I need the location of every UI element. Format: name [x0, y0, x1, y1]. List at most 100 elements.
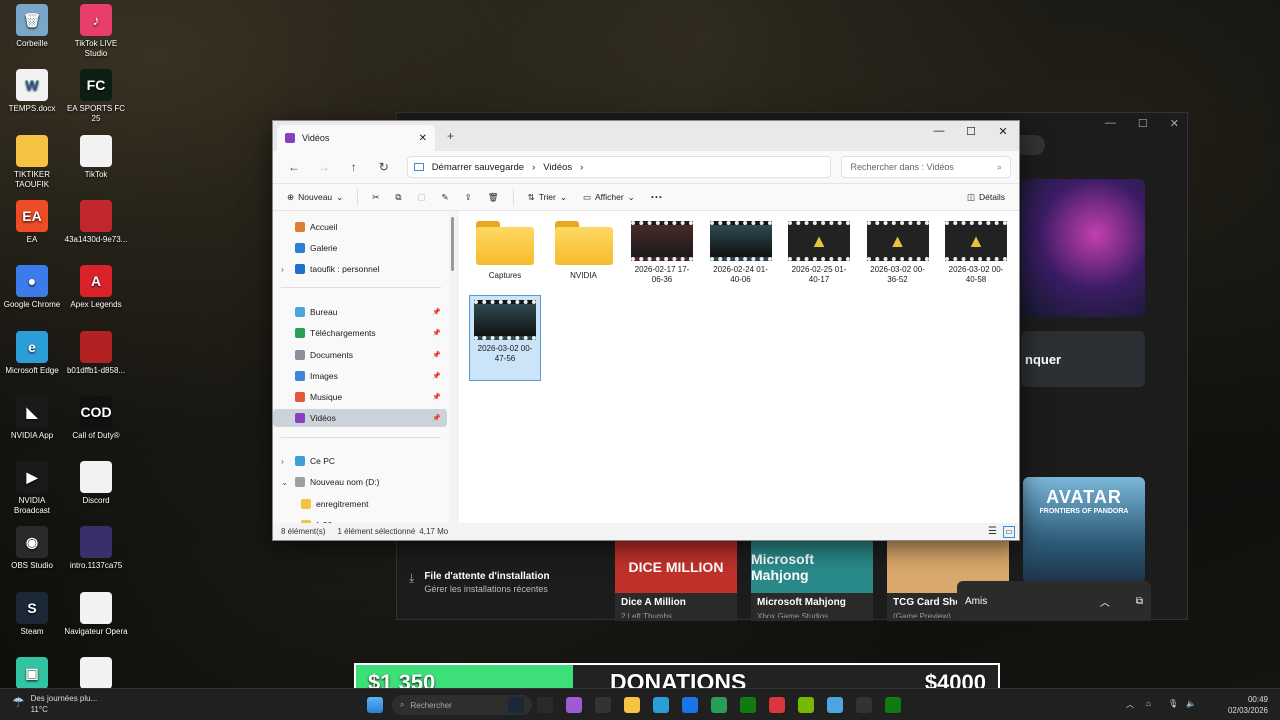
desktop-icon[interactable]: e Microsoft Edge [0, 330, 64, 376]
file-explorer-icon[interactable] [624, 697, 640, 713]
desktop-icon[interactable]: ▶ NVIDIA Broadcast [0, 461, 64, 516]
xbox-window-controls[interactable]: — ☐ ✕ [1105, 117, 1179, 130]
minimize-icon[interactable]: — [1105, 117, 1116, 130]
xbox-promo-tile[interactable]: nquer [1021, 331, 1145, 387]
terminal-icon[interactable] [537, 697, 553, 713]
chevron-down-icon[interactable]: ⌄ [281, 477, 288, 488]
list-view-icon[interactable]: ☰ [988, 526, 997, 537]
tiles-view-icon[interactable]: ▭ [1003, 525, 1015, 538]
desktop-icon[interactable]: ● Google Chrome [0, 265, 64, 310]
desktop-icon[interactable]: ♪ TikTok LIVE Studio [64, 4, 128, 59]
video-file-item[interactable]: 2026-02-24 01-40-06 [705, 221, 777, 285]
app-icon[interactable] [711, 697, 727, 713]
search-input[interactable]: Rechercher dans : Vidéos ⌕ [841, 156, 1011, 178]
minimize-icon[interactable]: — [923, 122, 955, 140]
video-file-item[interactable]: ▲ 2026-02-25 01-40-17 [783, 221, 855, 285]
copy-icon[interactable]: ⧉ [389, 186, 407, 208]
chevron-right-icon[interactable]: › [281, 456, 284, 466]
xbox-icon[interactable] [885, 697, 901, 713]
friends-panel[interactable]: Amis ︿ ⧉ [957, 581, 1151, 621]
desktop-icon[interactable]: S Steam [0, 591, 64, 637]
desktop-icon[interactable]: COD Call of Duty® [64, 395, 128, 441]
folder-item[interactable]: Captures [469, 221, 541, 281]
pin-icon[interactable]: 📌 [432, 393, 441, 401]
network-icon[interactable]: ⌂ [1146, 699, 1151, 708]
chevron-up-icon[interactable]: ︿ [1100, 594, 1110, 609]
nvidia-icon[interactable] [798, 697, 814, 713]
new-tab-icon[interactable]: + [447, 129, 454, 143]
sidebar-item[interactable]: ⌄ Nouveau nom (D:) [273, 473, 447, 491]
desktop-icon[interactable]: TIKTIKER TAOUFIK [0, 134, 64, 190]
chevron-right-icon[interactable]: › [281, 264, 284, 274]
video-file-item[interactable]: ▲ 2026-03-02 00-36-52 [862, 221, 934, 285]
desktop-icon[interactable]: Navigateur Opera [64, 591, 128, 637]
outlook-icon[interactable] [682, 697, 698, 713]
game-card[interactable]: DICE MILLION Dice A Million 2 Left Thumbs [615, 541, 737, 621]
refresh-icon[interactable]: ↻ [371, 155, 397, 179]
cut-icon[interactable]: ✂ [366, 186, 385, 208]
folder-item[interactable]: NVIDIA [548, 221, 620, 281]
sidebar-item[interactable]: › Ce PC [273, 452, 447, 470]
video-file-item[interactable]: 2026-03-02 00-47-56 [469, 295, 541, 381]
app-icon[interactable] [856, 697, 872, 713]
clock[interactable]: 00:49 02/03/2026 [1228, 695, 1268, 715]
maximize-icon[interactable]: ☐ [1138, 117, 1148, 130]
sidebar-item[interactable]: Musique 📌 [273, 388, 447, 406]
title-bar[interactable]: Vidéos ✕ + — ☐ ✕ [273, 121, 1019, 151]
sidebar-item[interactable]: Documents 📌 [273, 346, 447, 364]
app-icon[interactable] [566, 697, 582, 713]
new-button[interactable]: ⊕ Nouveau ⌄ [281, 186, 349, 208]
sidebar-item[interactable]: Images 📌 [273, 367, 447, 385]
popout-icon[interactable]: ⧉ [1136, 596, 1143, 607]
xbox-featured-tile[interactable] [1021, 179, 1145, 317]
pin-icon[interactable]: 📌 [432, 414, 441, 422]
desktop-icon[interactable]: ◣ NVIDIA App [0, 395, 64, 441]
app-icon[interactable] [595, 697, 611, 713]
sidebar-item[interactable]: Bureau 📌 [273, 303, 447, 321]
details-button[interactable]: ◫ Détails [961, 186, 1011, 208]
desktop-icon[interactable]: 🗑 Corbeille [0, 4, 64, 49]
more-options-button[interactable]: ··· [645, 186, 669, 208]
sidebar-item[interactable]: Téléchargements 📌 [273, 324, 447, 342]
sidebar-item[interactable]: Accueil [273, 218, 447, 236]
install-queue[interactable]: ⤓ File d'attente d'installation Gérer le… [409, 571, 550, 594]
pin-icon[interactable]: 📌 [432, 329, 441, 337]
close-icon[interactable]: ✕ [987, 122, 1019, 140]
windows-start-icon[interactable] [367, 697, 383, 713]
video-file-item[interactable]: ▲ 2026-03-02 00-40-58 [940, 221, 1012, 285]
weather-widget[interactable]: ☂ Des journées plu... 11°C [12, 694, 97, 714]
breadcrumb-start[interactable]: Démarrer sauvegarde [432, 162, 524, 173]
desktop-icon[interactable]: A Apex Legends [64, 265, 128, 310]
desktop-icon[interactable]: ◉ OBS Studio [0, 526, 64, 571]
address-bar[interactable]: Démarrer sauvegarde › Vidéos › [406, 156, 832, 178]
desktop-icon[interactable]: Discord [64, 461, 128, 506]
maximize-icon[interactable]: ☐ [955, 122, 987, 140]
steam-icon[interactable] [508, 697, 524, 713]
tab-videos[interactable]: Vidéos ✕ [277, 125, 435, 151]
sort-button[interactable]: ⇅ Trier ⌄ [522, 186, 573, 208]
rename-icon[interactable]: ✎ [436, 186, 455, 208]
xbox-icon[interactable] [740, 697, 756, 713]
close-icon[interactable]: ✕ [1170, 117, 1179, 130]
sidebar-scrollbar[interactable] [451, 217, 454, 271]
sidebar-item[interactable]: enregitrement [273, 495, 447, 513]
close-tab-icon[interactable]: ✕ [419, 133, 427, 144]
microphone-icon[interactable]: 🎙 [1168, 699, 1178, 708]
desktop-icon[interactable]: 43a1430d-9e73... [64, 199, 128, 245]
up-arrow-icon[interactable]: ↑ [341, 155, 367, 179]
sidebar-item[interactable]: › taoufik : personnel [273, 260, 447, 278]
view-button[interactable]: ▭ Afficher ⌄ [577, 186, 641, 208]
pin-icon[interactable]: 📌 [432, 308, 441, 316]
desktop-icon[interactable]: FC EA SPORTS FC 25 [64, 69, 128, 124]
video-file-item[interactable]: 2026-02-17 17-06-36 [626, 221, 698, 285]
breadcrumb-videos[interactable]: Vidéos [543, 162, 572, 173]
chrome-icon[interactable] [769, 697, 785, 713]
desktop-icon[interactable]: EA EA [0, 199, 64, 245]
game-card[interactable]: Microsoft Mahjong Microsoft Mahjong Xbox G… [751, 541, 873, 621]
edge-icon[interactable] [653, 697, 669, 713]
sidebar-item[interactable]: Galerie [273, 239, 447, 257]
chevron-up-icon[interactable]: ︿ [1126, 699, 1134, 710]
desktop-icon[interactable]: W TEMPS.docx [0, 69, 64, 114]
speaker-icon[interactable]: 🔈 [1186, 699, 1196, 708]
desktop-icon[interactable]: intro.1137ca75 [64, 526, 128, 571]
